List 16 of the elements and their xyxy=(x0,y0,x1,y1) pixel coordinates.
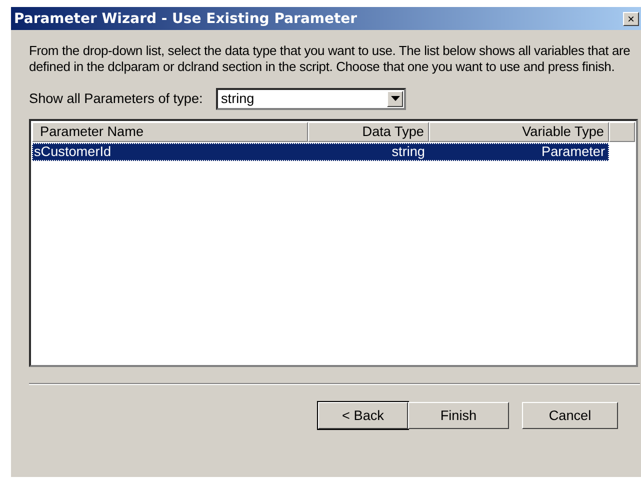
back-button[interactable]: < Back xyxy=(318,402,408,429)
cancel-button[interactable]: Cancel xyxy=(522,402,618,429)
instructions-text: From the drop-down list, select the data type that you want to use. The list below shows all variables that are defined in the dclparam or dclrand section in the script. Choose that one you want to use and press finish. xyxy=(29,43,632,75)
finish-button[interactable]: Finish xyxy=(408,402,509,429)
table-cell-text: string xyxy=(390,143,426,161)
parameter-row[interactable]: sCustomerId string Parameter xyxy=(32,143,609,161)
column-header-filler xyxy=(609,122,635,142)
column-header[interactable]: Data Type xyxy=(308,122,429,142)
table-cell-text: sCustomerId xyxy=(33,143,112,161)
type-filter-label: Show all Parameters of type: xyxy=(29,91,204,106)
table-cell-text: Parameter xyxy=(540,143,606,161)
column-header[interactable]: Variable Type xyxy=(429,122,609,142)
window-title: Parameter Wizard - Use Existing Parameter xyxy=(14,10,358,26)
close-button[interactable]: × xyxy=(623,12,639,26)
type-dropdown[interactable]: string xyxy=(216,88,406,110)
column-header[interactable]: Parameter Name xyxy=(32,122,308,142)
